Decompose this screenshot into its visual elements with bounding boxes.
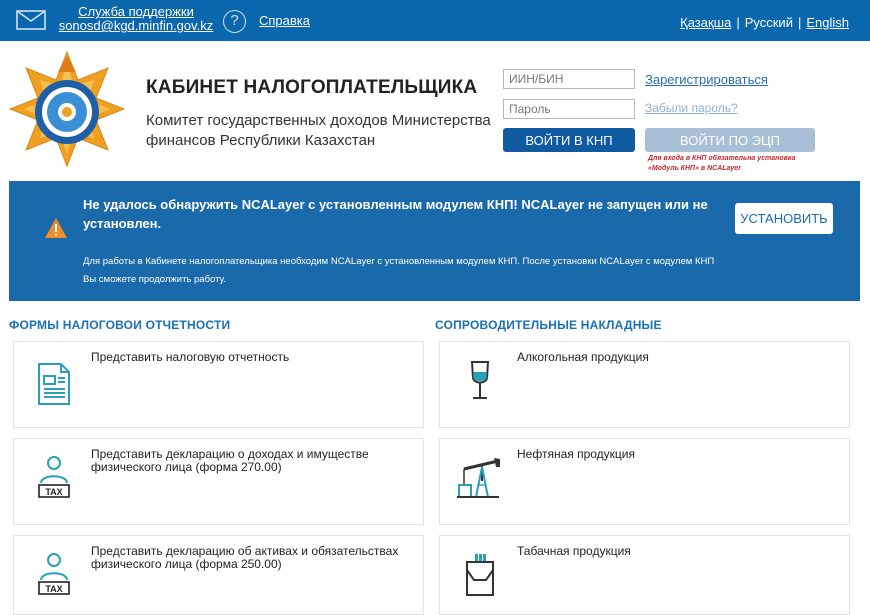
lang-kazakh[interactable]: Қазақша [680, 15, 731, 30]
help-link[interactable]: Справка [259, 13, 310, 28]
page-title: КАБИНЕТ НАЛОГОПЛАТЕЛЬЩИКА [146, 77, 478, 98]
wine-glass-icon [470, 361, 490, 399]
login-ecp-button[interactable]: ВОЙТИ ПО ЭЦП [645, 128, 815, 152]
lang-russian[interactable]: Русский [745, 15, 793, 30]
language-switcher: Қазақша | Русский | English [680, 15, 849, 30]
tax-forms-title: ФОРМЫ НАЛОГОВОИ ОТЧЕТНОСТИ [9, 318, 231, 332]
help-icon[interactable]: ? [223, 10, 246, 33]
card-label: Представить декларацию о доходах и имуще… [91, 447, 369, 474]
alert-description: Для работы в Кабинете налогоплательщика … [83, 256, 715, 285]
svg-text:TAX: TAX [45, 584, 62, 594]
card-oil[interactable]: Нефтяная продукция [439, 438, 850, 525]
page-subtitle: Комитет государственных доходов Министер… [146, 112, 491, 149]
person-tax-icon: TAX [38, 456, 70, 498]
cigarette-pack-icon [466, 554, 494, 596]
card-declaration-270[interactable]: TAX Представить декларацию о доходах и и… [13, 438, 424, 525]
lang-separator: | [736, 15, 740, 30]
waybills-title: СОПРОВОДИТЕЛЬНЫЕ НАКЛАДНЫЕ [435, 318, 662, 332]
support-link[interactable]: Служба поддержки sonosd@kgd.minfin.gov.k… [56, 5, 216, 33]
mail-icon [16, 10, 46, 30]
card-alcohol[interactable]: Алкогольная продукция [439, 341, 850, 428]
ecp-note: Для входа в КНП обязательна установка «М… [648, 155, 796, 172]
person-tax-icon: TAX [38, 553, 70, 595]
card-declaration-250[interactable]: TAX Представить декларацию об активах и … [13, 535, 424, 615]
card-label: Представить налоговую отчетность [91, 350, 290, 364]
support-label[interactable]: Служба поддержки [56, 5, 216, 19]
card-label: Табачная продукция [517, 544, 631, 558]
install-button[interactable]: УСТАНОВИТЬ [735, 203, 833, 234]
card-tax-report[interactable]: Представить налоговую отчетность [13, 341, 424, 428]
password-field[interactable]: Пароль [503, 99, 635, 119]
emblem-logo [8, 50, 126, 168]
lang-english[interactable]: English [806, 15, 849, 30]
document-icon [38, 363, 70, 405]
alert-title: Не удалось обнаружить NCALayer с установ… [83, 197, 708, 231]
register-link[interactable]: Зарегистрироваться [645, 72, 768, 87]
forgot-password-link[interactable]: Забыли пароль? [645, 101, 738, 115]
card-label: Алкогольная продукция [517, 350, 649, 364]
svg-text:TAX: TAX [45, 487, 62, 497]
login-knp-button[interactable]: ВОЙТИ В КНП [503, 128, 635, 152]
lang-separator: | [797, 15, 802, 30]
iin-bin-field[interactable]: ИИН/БИН [503, 69, 635, 89]
oil-pump-icon [457, 458, 500, 498]
support-email[interactable]: sonosd@kgd.minfin.gov.kz [56, 19, 216, 33]
ncalayer-alert: Не удалось обнаружить NCALayer с установ… [9, 181, 860, 301]
card-tobacco[interactable]: Табачная продукция [439, 535, 850, 615]
warning-icon [45, 218, 67, 238]
top-bar: Служба поддержки sonosd@kgd.minfin.gov.k… [0, 0, 870, 41]
card-label: Нефтяная продукция [517, 447, 635, 461]
card-label: Представить декларацию об активах и обяз… [91, 544, 399, 571]
